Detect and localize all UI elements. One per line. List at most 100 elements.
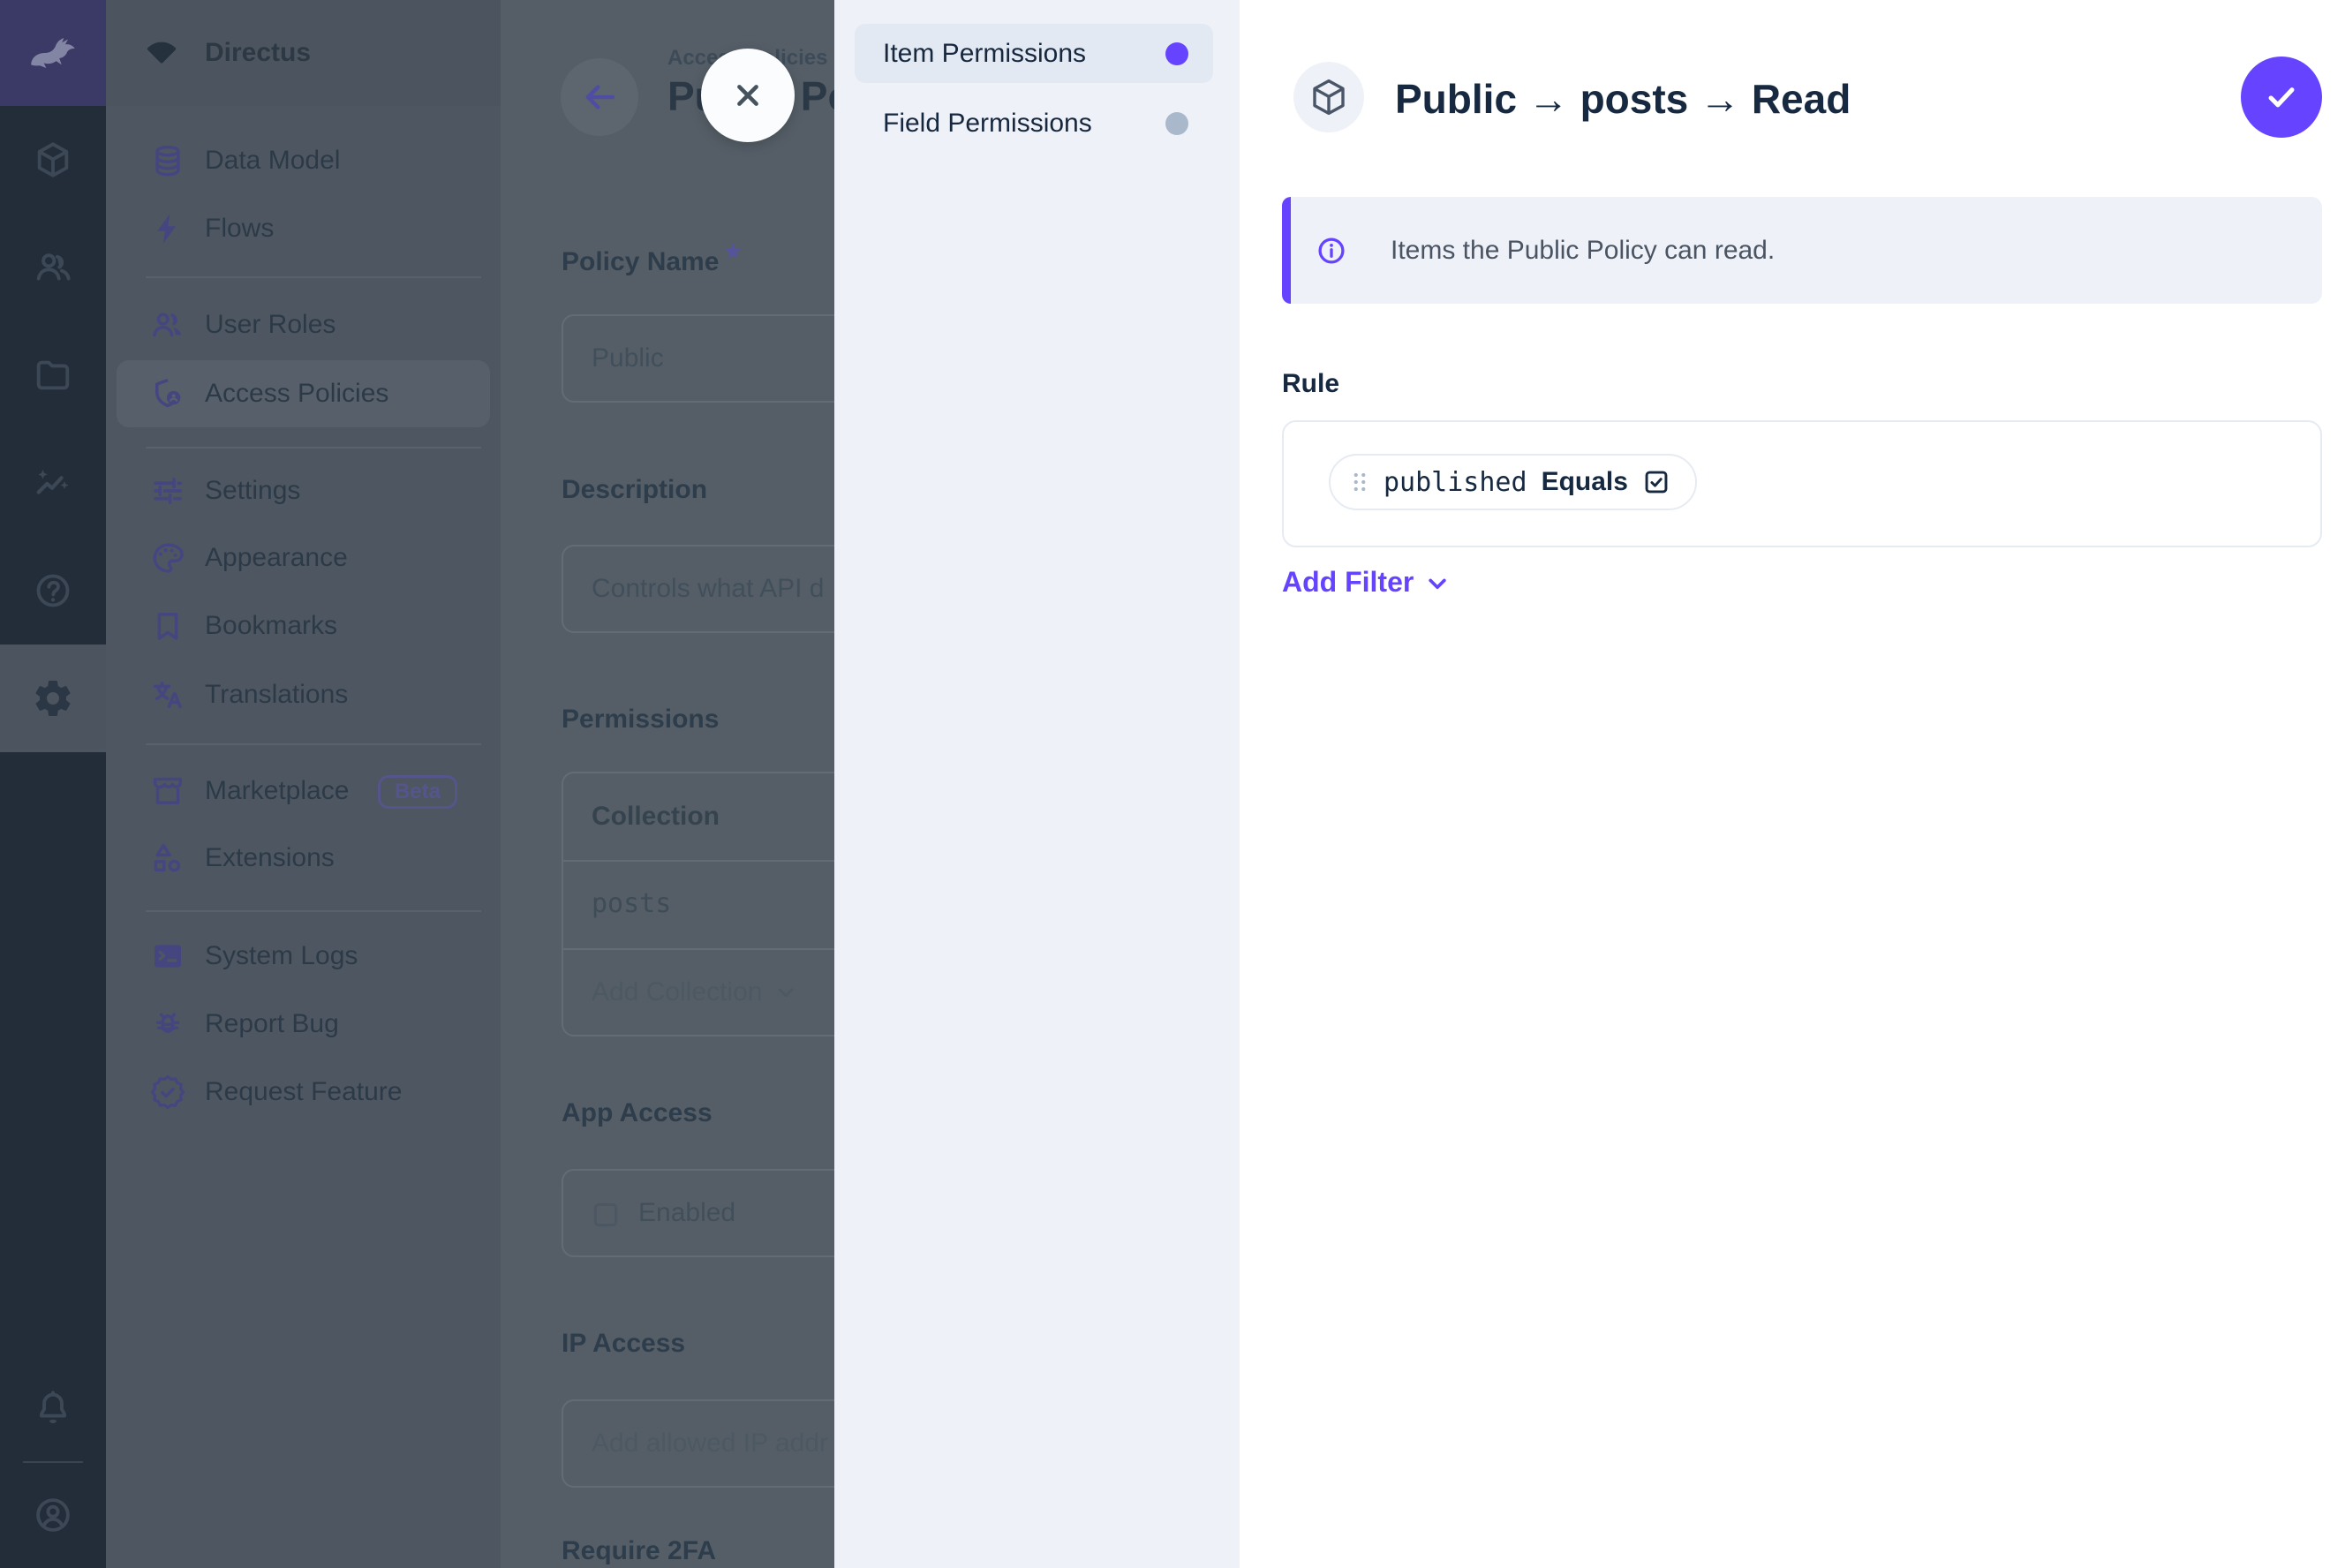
filter-pill[interactable]: published Equals <box>1329 454 1697 510</box>
app-access-field: Enabled <box>562 1169 834 1257</box>
policy-editor-page: Access Policies Public Po Policy Name★ P… <box>501 0 834 1568</box>
enabled-label: Enabled <box>638 1171 735 1255</box>
sidebar-item-appearance[interactable]: Appearance <box>106 524 501 592</box>
tab-field-permissions[interactable]: Field Permissions <box>855 94 1213 153</box>
policy-name-label: Policy Name★ <box>562 240 742 277</box>
sidebar-divider <box>146 910 481 912</box>
sidebar-item-user-roles[interactable]: User Roles <box>106 291 501 358</box>
module-settings-button[interactable] <box>0 645 106 752</box>
description-input[interactable]: Controls what API d <box>562 545 834 633</box>
storefront-icon <box>149 773 186 810</box>
filter-operator[interactable]: Equals <box>1542 467 1628 497</box>
rule-label: Rule <box>1282 369 1339 399</box>
module-content-button[interactable] <box>0 106 106 214</box>
project-fan-icon <box>141 33 182 73</box>
rabbit-logo-icon <box>24 24 82 82</box>
module-insights-button[interactable] <box>0 429 106 537</box>
project-header[interactable]: Directus <box>106 0 501 106</box>
sidebar-item-data-model[interactable]: Data Model <box>106 127 501 194</box>
insights-icon <box>33 463 73 503</box>
sidebar: Directus Data Model Flows User <box>106 0 501 1568</box>
inactive-dot <box>1165 112 1188 135</box>
sidebar-item-marketplace[interactable]: Marketplace Beta <box>106 758 501 825</box>
help-icon <box>33 570 73 611</box>
module-help-button[interactable] <box>0 537 106 645</box>
permissions-nav-panel: Item Permissions Field Permissions <box>834 0 1240 1568</box>
checkbox-unchecked-icon[interactable] <box>591 1200 621 1230</box>
extensions-icon <box>149 840 186 877</box>
app-root: Directus Data Model Flows User <box>0 0 2345 1568</box>
sidebar-item-settings[interactable]: Settings <box>106 457 501 524</box>
translate-icon <box>149 676 186 713</box>
module-files-button[interactable] <box>0 321 106 429</box>
access-policies-icon <box>149 375 186 412</box>
active-dot <box>1165 42 1188 65</box>
module-users-button[interactable] <box>0 214 106 321</box>
bolt-icon <box>149 210 186 247</box>
item-permissions-drawer: Public → posts → Read Items the Public P… <box>1240 0 2345 1568</box>
sidebar-divider <box>146 743 481 745</box>
box-icon <box>33 139 73 180</box>
bug-icon <box>149 1006 186 1043</box>
permissions-table: Collection posts Add Collection <box>562 772 834 1037</box>
bookmark-icon <box>149 607 186 645</box>
add-collection-button[interactable]: Add Collection <box>592 948 799 1037</box>
rule-filter-box: published Equals <box>1282 420 2322 547</box>
sidebar-item-request-feature[interactable]: Request Feature <box>106 1059 501 1126</box>
tune-icon <box>149 472 186 509</box>
cube-icon <box>1308 76 1350 118</box>
description-label: Description <box>562 475 707 505</box>
sidebar-item-extensions[interactable]: Extensions <box>106 825 501 892</box>
notifications-button[interactable] <box>0 1354 106 1462</box>
account-button[interactable] <box>0 1461 106 1568</box>
check-icon <box>2262 78 2301 117</box>
notice-text: Items the Public Policy can read. <box>1391 197 1775 304</box>
drawer-title: Public → posts → Read <box>1395 75 1851 123</box>
info-icon <box>1316 235 1347 267</box>
module-bar <box>0 0 106 1568</box>
users-icon <box>33 247 73 288</box>
collection-row[interactable]: posts <box>592 860 671 948</box>
tab-item-permissions[interactable]: Item Permissions <box>855 24 1213 83</box>
chevron-down-icon <box>773 979 799 1006</box>
filter-field[interactable]: published <box>1384 467 1527 498</box>
back-button[interactable] <box>561 58 638 136</box>
ip-access-label: IP Access <box>562 1329 685 1359</box>
close-icon <box>728 75 768 116</box>
sidebar-divider <box>146 447 481 449</box>
ip-access-input[interactable]: Add allowed IP addr <box>562 1399 834 1488</box>
sidebar-item-translations[interactable]: Translations <box>106 661 501 728</box>
project-name: Directus <box>205 0 311 106</box>
sidebar-divider <box>146 276 481 278</box>
sidebar-item-access-policies[interactable]: Access Policies <box>117 360 490 427</box>
beta-badge: Beta <box>378 775 457 809</box>
drag-handle-icon[interactable] <box>1346 469 1373 495</box>
folder-icon <box>33 355 73 396</box>
database-icon <box>149 142 186 179</box>
palette-icon <box>149 539 186 577</box>
drawer-icon-circle <box>1293 62 1364 132</box>
chevron-down-icon <box>1422 569 1452 599</box>
sidebar-item-flows[interactable]: Flows <box>106 195 501 262</box>
save-button[interactable] <box>2241 57 2322 138</box>
close-drawer-button[interactable] <box>701 49 795 142</box>
sidebar-item-system-logs[interactable]: System Logs <box>106 923 501 990</box>
info-notice: Items the Public Policy can read. <box>1282 197 2322 304</box>
gear-icon <box>32 677 74 720</box>
sidebar-item-report-bug[interactable]: Report Bug <box>106 991 501 1058</box>
collection-header: Collection <box>592 773 720 860</box>
user-roles-icon <box>149 306 186 343</box>
bell-icon <box>33 1388 73 1429</box>
add-filter-button[interactable]: Add Filter <box>1282 565 1452 599</box>
required-star-icon: ★ <box>724 240 742 262</box>
terminal-icon <box>149 938 186 975</box>
notice-accent-bar <box>1282 197 1291 304</box>
feature-icon <box>149 1074 186 1111</box>
directus-logo-button[interactable] <box>0 0 106 106</box>
arrow-left-icon <box>581 79 618 116</box>
checkbox-checked-icon[interactable] <box>1642 468 1670 496</box>
require-2fa-label: Require 2FA <box>562 1536 716 1566</box>
policy-name-input[interactable]: Public <box>562 314 834 403</box>
app-access-label: App Access <box>562 1098 713 1128</box>
sidebar-item-bookmarks[interactable]: Bookmarks <box>106 592 501 660</box>
